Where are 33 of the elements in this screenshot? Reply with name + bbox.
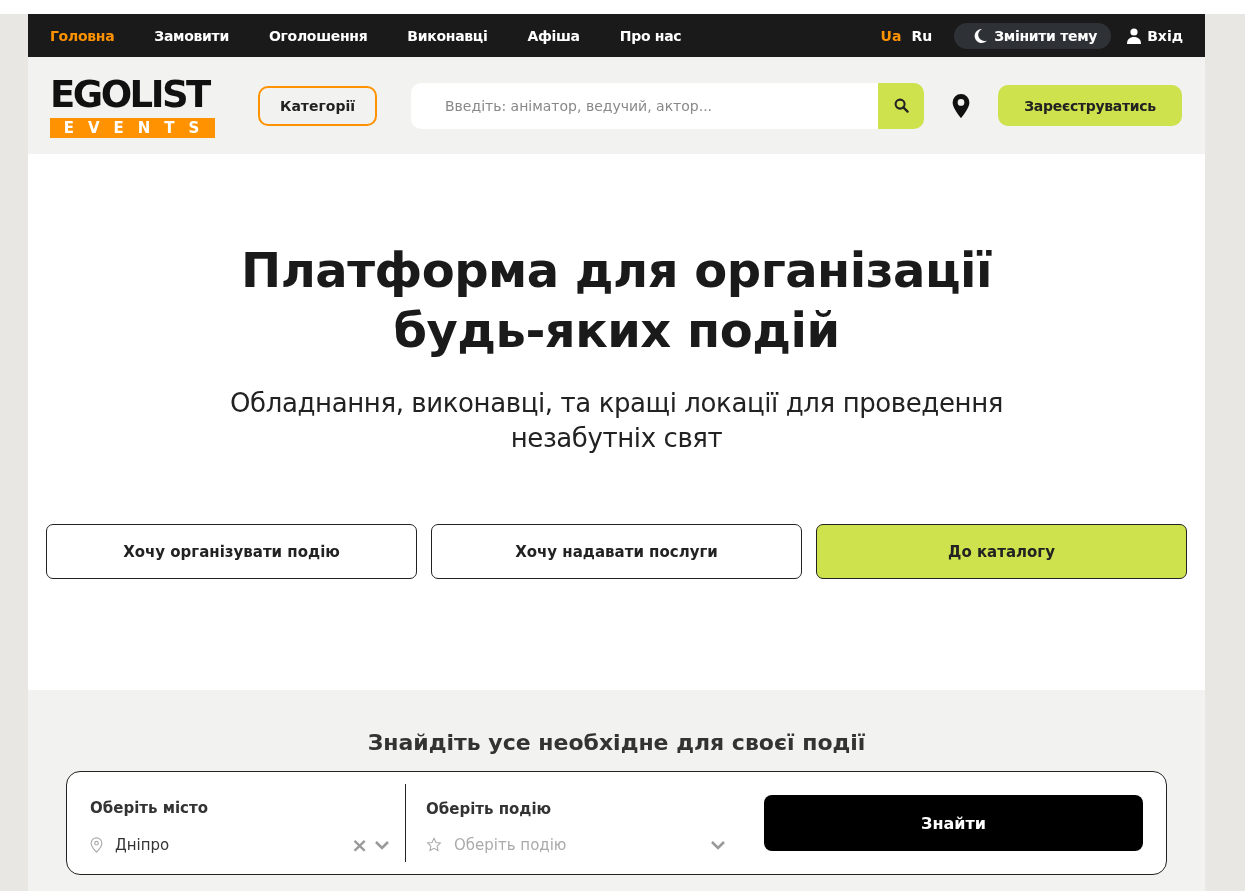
logo-wordmark[interactable]: EGOLIST bbox=[50, 73, 209, 116]
login-link[interactable]: Вхід bbox=[1127, 27, 1183, 44]
finder-title: Знайдіть усе необхідне для своєї події bbox=[367, 730, 866, 755]
nav-link[interactable]: Замовити bbox=[154, 27, 229, 44]
nav-link[interactable]: Афіша bbox=[527, 27, 580, 44]
nav-link[interactable]: Оголошення bbox=[268, 27, 368, 44]
moon-icon bbox=[972, 27, 989, 44]
user-icon bbox=[1127, 27, 1142, 44]
register-button[interactable]: Зареєструватись bbox=[998, 85, 1182, 126]
action-button[interactable]: Хочу надавати послуги bbox=[431, 524, 802, 579]
chevron-down-icon[interactable] bbox=[374, 840, 390, 850]
location-pin-icon[interactable] bbox=[952, 93, 970, 118]
chevron-down-icon[interactable] bbox=[710, 840, 726, 850]
search-icon bbox=[893, 98, 909, 113]
nav-link[interactable]: Про нас bbox=[619, 27, 682, 44]
location-pin-icon bbox=[90, 837, 103, 853]
categories-button[interactable]: Категорії bbox=[258, 85, 377, 126]
find-button[interactable]: Знайти bbox=[764, 795, 1143, 851]
action-button[interactable]: Хочу організувати подію bbox=[46, 524, 417, 579]
hero-subtitle: Обладнання, виконавці, та кращі локації для проведення незабутніх свят bbox=[229, 387, 1004, 455]
field-label: Оберіть подію bbox=[426, 800, 553, 818]
search-button[interactable] bbox=[878, 82, 924, 129]
theme-toggle-button[interactable]: Змінити тему bbox=[954, 22, 1112, 49]
star-icon bbox=[426, 837, 442, 853]
nav-link[interactable]: Виконавці bbox=[407, 27, 488, 44]
city-select-value[interactable]: Дніпро bbox=[115, 836, 340, 854]
nav-link[interactable]: Головна bbox=[50, 27, 115, 44]
action-button[interactable]: До каталогу bbox=[816, 524, 1187, 579]
language-link[interactable]: Ua bbox=[880, 27, 902, 44]
language-link[interactable]: Ru bbox=[911, 27, 933, 44]
hero-title: Платформа для організації будь-яких подій bbox=[240, 241, 993, 360]
search-field[interactable]: Введіть: аніматор, ведучий, актор... bbox=[411, 82, 878, 129]
field-label: Оберіть місто bbox=[90, 799, 209, 817]
